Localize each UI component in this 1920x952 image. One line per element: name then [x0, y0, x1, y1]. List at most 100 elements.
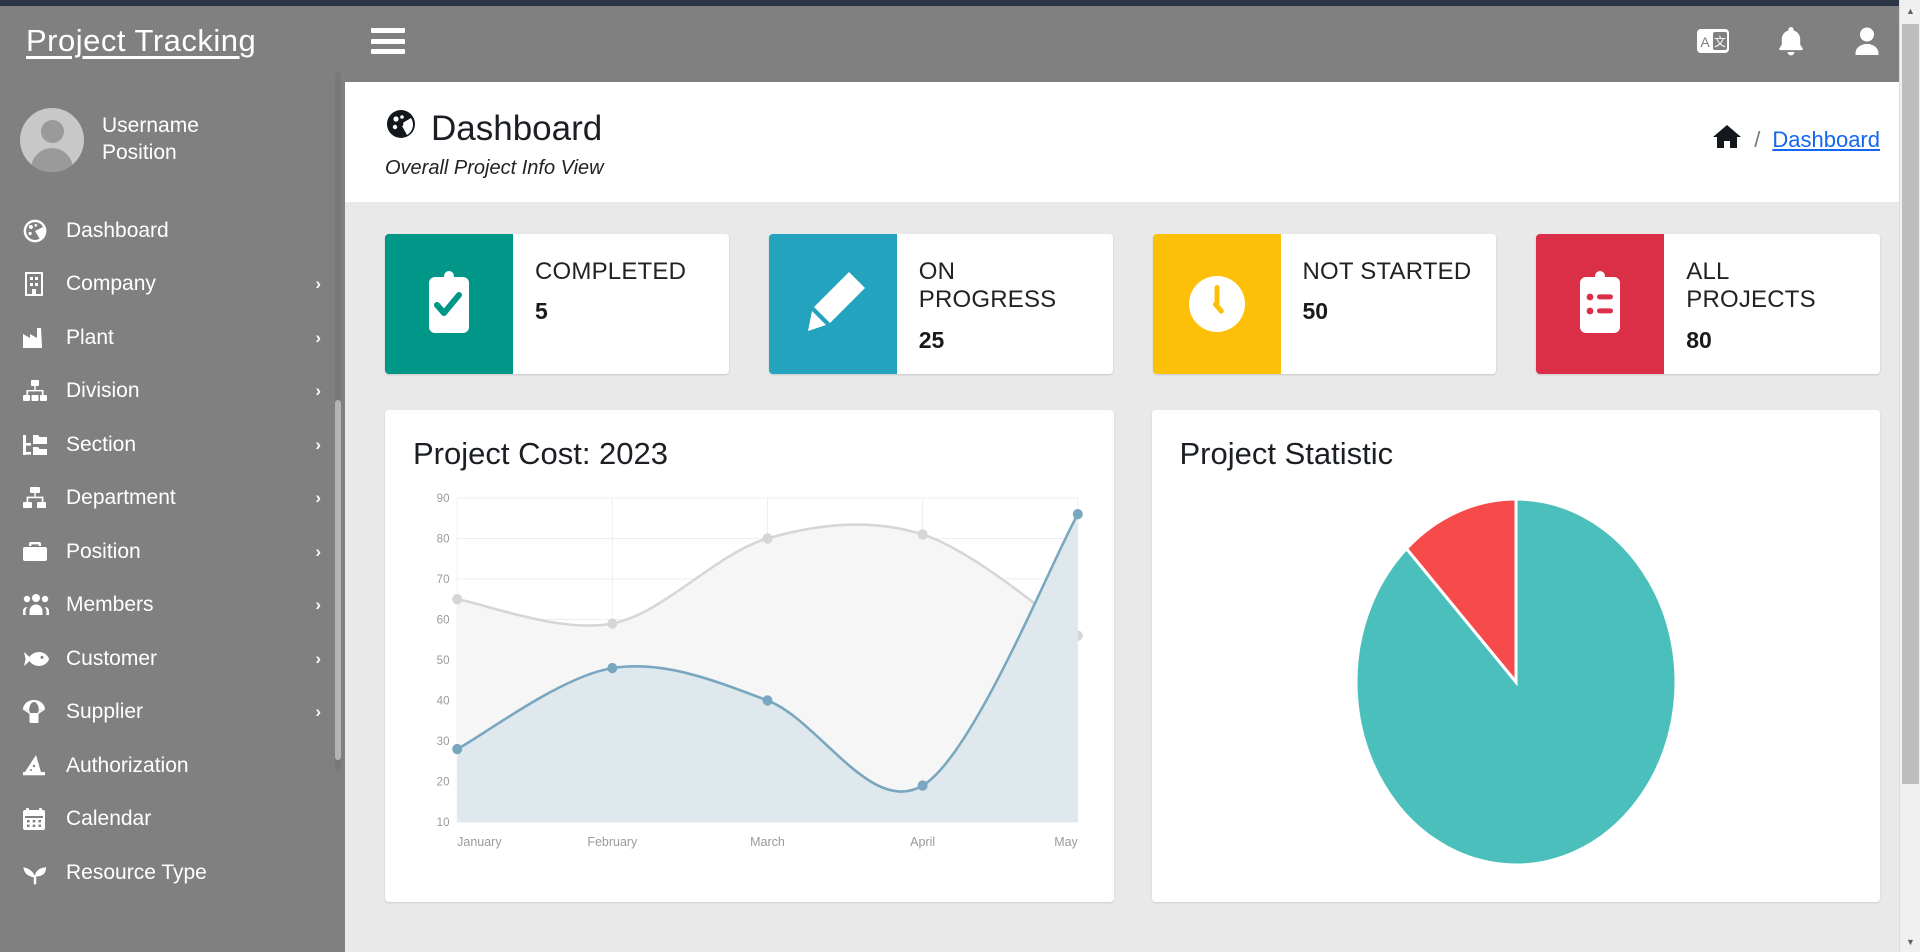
sidebar-item-authorization[interactable]: Authorization — [0, 739, 345, 793]
home-icon[interactable] — [1712, 124, 1742, 156]
stat-card-label: NOT STARTED — [1302, 258, 1472, 285]
sidebar-item-label: Department — [66, 486, 176, 510]
project-cost-title: Project Cost: 2023 — [413, 436, 669, 471]
pencil-icon — [768, 234, 897, 374]
profile-username: Username — [102, 114, 199, 138]
chevron-right-icon[interactable]: › — [315, 274, 321, 294]
building-icon — [22, 271, 56, 297]
svg-text:80: 80 — [437, 532, 450, 545]
breadcrumb: / Dashboard — [1712, 108, 1880, 156]
svg-text:10: 10 — [437, 816, 450, 829]
scroll-thumb[interactable] — [1902, 24, 1919, 784]
stat-card-body: NOT STARTED 50 — [1281, 234, 1497, 374]
stat-card-body: ALL PROJECTS 80 — [1664, 234, 1880, 374]
chevron-right-icon[interactable]: › — [315, 328, 321, 348]
chevron-right-icon[interactable]: › — [315, 702, 321, 722]
sidebar-item-members[interactable]: Members › — [0, 579, 345, 633]
stat-card-all-projects[interactable]: ALL PROJECTS 80 — [1536, 234, 1880, 374]
network-icon — [22, 486, 56, 510]
svg-text:February: February — [587, 834, 638, 849]
chevron-right-icon[interactable]: › — [315, 488, 321, 508]
sidebar-item-department[interactable]: Department › — [0, 472, 345, 526]
seedling-icon — [22, 861, 56, 885]
svg-text:January: January — [457, 834, 502, 849]
panel-row: Project Cost: 2023 10 20 30 40 50 60 70 80 90 Jan… — [385, 410, 1880, 902]
folder-tree-icon — [22, 433, 56, 457]
chevron-right-icon[interactable]: › — [315, 595, 321, 615]
translate-icon[interactable]: A 文 — [1696, 27, 1730, 55]
sidebar-scrollbar-thumb[interactable] — [335, 400, 341, 760]
sidebar-item-company[interactable]: Company › — [0, 258, 345, 312]
avatar-head — [40, 120, 64, 143]
hamburger-icon[interactable] — [371, 28, 405, 54]
sidebar-item-label: Calendar — [66, 807, 152, 831]
svg-text:70: 70 — [437, 573, 450, 586]
svg-text:40: 40 — [437, 694, 450, 707]
sidebar-item-label: Supplier — [66, 700, 144, 724]
stat-card-label: ALL PROJECTS — [1686, 258, 1816, 314]
sidebar-item-label: Division — [66, 379, 140, 403]
breadcrumb-separator: / — [1754, 127, 1761, 152]
breadcrumb-current[interactable]: Dashboard — [1772, 127, 1880, 153]
window-top-strip — [0, 0, 1899, 6]
bell-icon[interactable] — [1776, 25, 1806, 57]
sitemap-icon — [22, 379, 56, 403]
sidebar-item-label: Position — [66, 539, 141, 563]
profile-position: Position — [102, 141, 177, 164]
stat-card-not-started[interactable]: NOT STARTED 50 — [1152, 234, 1497, 374]
chevron-right-icon[interactable]: › — [315, 542, 321, 562]
chevron-right-icon[interactable]: › — [315, 649, 321, 669]
stat-card-label: COMPLETED — [535, 258, 687, 285]
page-subtitle: Overall Project Info View — [385, 157, 604, 179]
sidebar-item-section[interactable]: Section › — [0, 418, 345, 472]
calendar-icon — [22, 807, 56, 831]
stat-card-completed[interactable]: COMPLETED 5 — [385, 234, 729, 374]
app-root: Project Tracking Username Position Dashb… — [0, 0, 1920, 952]
fish-icon — [22, 649, 56, 669]
avatar-body — [31, 148, 73, 172]
stat-card-body: ON PROGRESS 25 — [897, 234, 1113, 374]
sidebar-item-label: Plant — [66, 325, 114, 349]
wizard-hat-icon — [22, 754, 56, 778]
brand-title: Project Tracking — [26, 23, 257, 58]
user-icon[interactable] — [1852, 25, 1882, 57]
sidebar-item-supplier[interactable]: Supplier › — [0, 686, 345, 740]
sidebar-nav: Dashboard Company › Plant › Division › Section ›… — [0, 198, 345, 900]
clock-icon — [1152, 234, 1281, 374]
svg-text:50: 50 — [437, 654, 450, 667]
sidebar-item-position[interactable]: Position › — [0, 525, 345, 579]
stat-card-value: 25 — [918, 326, 945, 353]
briefcase-icon — [22, 541, 56, 563]
scroll-up-arrow[interactable]: ▲ — [1900, 0, 1920, 21]
chevron-right-icon[interactable]: › — [315, 381, 321, 401]
clipboard-check-icon — [385, 234, 513, 374]
clipboard-list-icon — [1536, 234, 1665, 374]
content-area: Dashboard Overall Project Info View / Da… — [345, 82, 1920, 952]
sidebar-item-label: Members — [66, 593, 154, 617]
sidebar-item-division[interactable]: Division › — [0, 365, 345, 419]
line-chart[interactable]: 10 20 30 40 50 60 70 80 90 January February March Ap… — [413, 482, 1086, 872]
sidebar-item-customer[interactable]: Customer › — [0, 632, 345, 686]
sidebar-item-resource-type[interactable]: Resource Type — [0, 846, 345, 900]
stat-card-value: 80 — [1686, 326, 1712, 353]
svg-text:April: April — [910, 834, 935, 849]
svg-text:May: May — [1054, 834, 1078, 849]
stat-card-body: COMPLETED 5 — [513, 234, 729, 374]
chevron-right-icon[interactable]: › — [315, 435, 321, 455]
page-title-text: Dashboard — [431, 108, 603, 148]
svg-text:60: 60 — [437, 613, 450, 626]
svg-text:文: 文 — [1714, 34, 1726, 49]
brand[interactable]: Project Tracking — [0, 0, 345, 82]
sidebar-item-dashboard[interactable]: Dashboard — [0, 204, 345, 258]
pie-chart[interactable] — [1180, 482, 1853, 882]
sidebar-item-label: Customer — [66, 646, 158, 670]
stat-card-on-progress[interactable]: ON PROGRESS 25 — [768, 234, 1113, 374]
window-scrollbar[interactable]: ▲ ▼ — [1899, 0, 1920, 952]
scroll-down-arrow[interactable]: ▼ — [1900, 931, 1920, 952]
sidebar-item-plant[interactable]: Plant › — [0, 311, 345, 365]
sidebar-item-calendar[interactable]: Calendar — [0, 793, 345, 847]
main-area: A 文 Dashboard Overall Project Info View … — [345, 0, 1920, 952]
parachute-box-icon — [22, 699, 56, 725]
dashboard-icon — [22, 218, 56, 244]
svg-text:30: 30 — [437, 735, 450, 748]
